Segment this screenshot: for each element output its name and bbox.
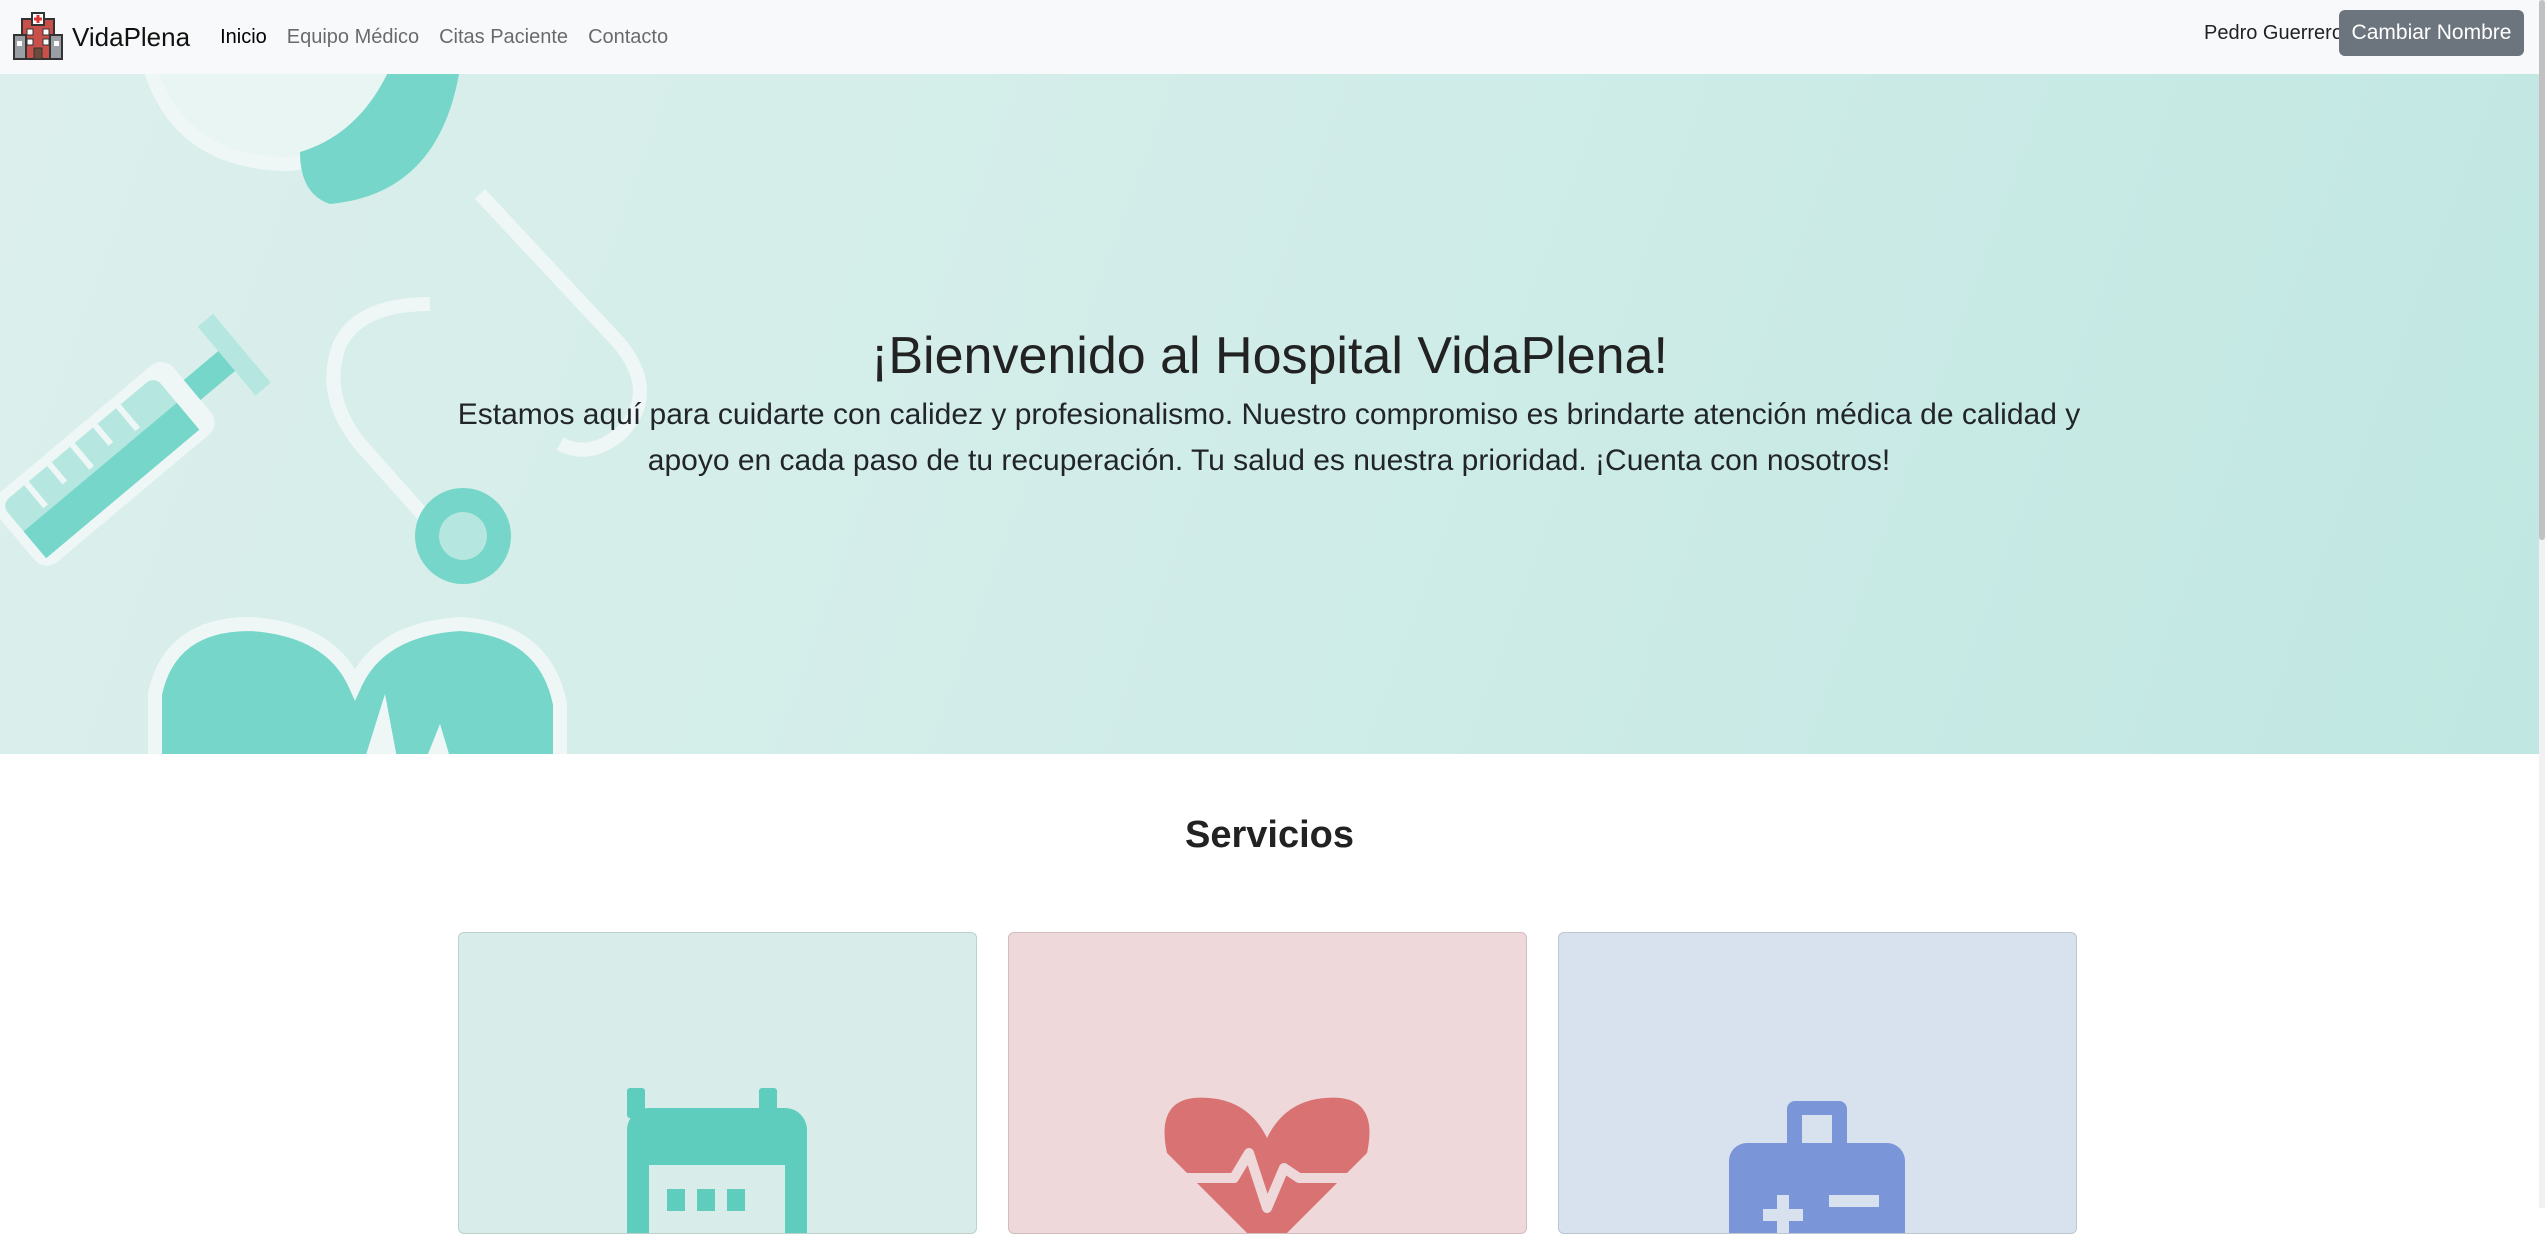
nav-link-contacto[interactable]: Contacto	[588, 26, 668, 49]
hero-text: Estamos aquí para cuidarte con calidez y…	[457, 398, 2081, 477]
service-card-appointments[interactable]	[458, 932, 977, 1234]
brand[interactable]: VidaPlena	[12, 11, 190, 63]
navbar: VidaPlena Inicio Equipo Médico Citas Pac…	[0, 0, 2539, 75]
nav-link-citas-paciente[interactable]: Citas Paciente	[439, 26, 568, 49]
medical-kit-icon	[1729, 1101, 1905, 1233]
scrollbar-thumb[interactable]	[2539, 0, 2545, 540]
hero-section: ¡Bienvenido al Hospital VidaPlena! Estam…	[0, 74, 2539, 754]
nav-link-equipo-medico[interactable]: Equipo Médico	[287, 26, 419, 49]
scrollbar[interactable]	[2539, 0, 2545, 1208]
change-name-button[interactable]: Cambiar Nombre	[2339, 10, 2524, 56]
services-title: Servicios	[1185, 814, 1354, 856]
service-card-emergency[interactable]	[1558, 932, 2077, 1234]
hospital-building-icon	[13, 12, 63, 60]
nav-links: Inicio Equipo Médico Citas Paciente Cont…	[220, 26, 688, 49]
heart-icon	[148, 616, 567, 754]
service-card-cardiology[interactable]	[1008, 932, 1527, 1234]
heartbeat-icon	[1154, 1097, 1381, 1233]
hero-title: ¡Bienvenido al Hospital VidaPlena!	[871, 327, 1668, 385]
user-name: Pedro Guerrero	[2204, 22, 2343, 44]
brand-name: VidaPlena	[72, 21, 191, 52]
nav-link-inicio[interactable]: Inicio	[220, 26, 267, 49]
calendar-icon	[627, 1088, 807, 1233]
